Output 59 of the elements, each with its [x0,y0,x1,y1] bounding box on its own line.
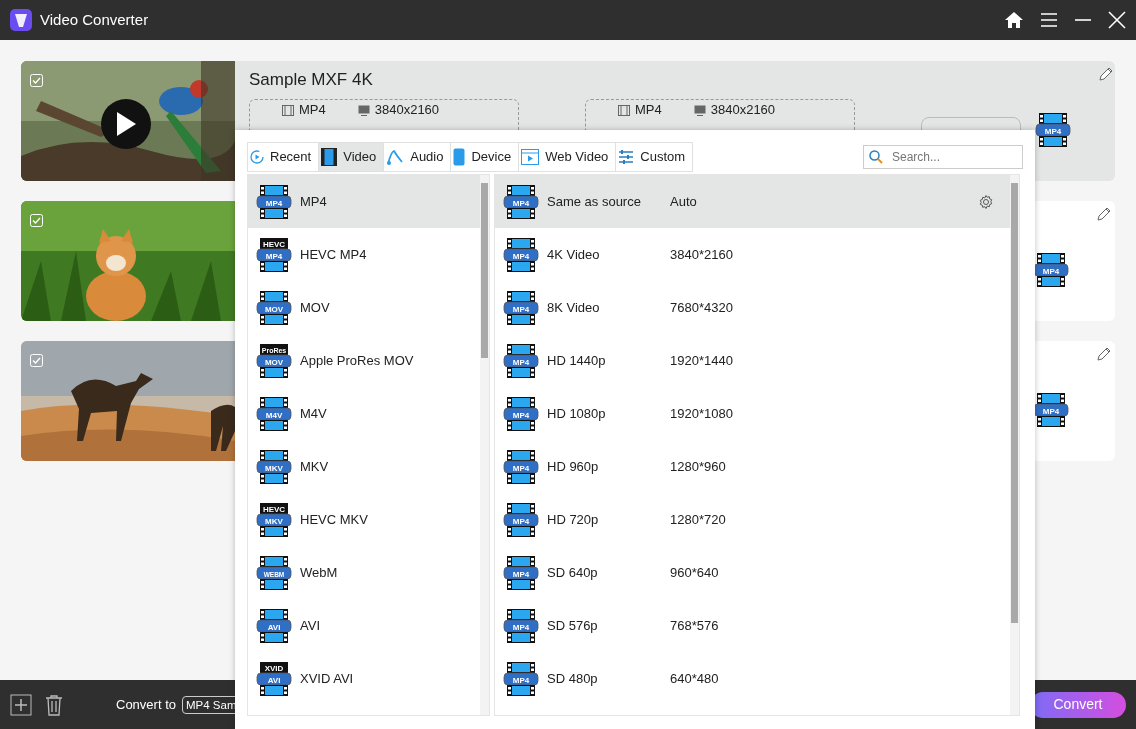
format-item[interactable]: MKV MKV [248,440,480,493]
minimize-icon [1074,19,1092,21]
sliders-icon [618,150,635,164]
format-tab[interactable]: Audio [383,142,451,172]
minimize-button[interactable] [1074,19,1092,21]
format-label: MP4 [635,102,662,117]
home-icon [1004,11,1024,29]
format-tab[interactable]: Video [318,142,384,172]
convert-to-label: Convert to [116,695,176,714]
film-icon [282,104,294,116]
preset-item[interactable]: MP4 HD 1440p 1920*1440 [495,334,1010,387]
music-note-icon [386,148,405,166]
preset-item[interactable]: MP4 Same as source Auto [495,175,1010,228]
resolution-label: 3840x2160 [374,102,440,117]
scrollbar[interactable] [1010,175,1019,715]
preset-item[interactable]: MP4 4K Video 3840*2160 [495,228,1010,281]
preset-item[interactable]: MP4 8K Video 7680*4320 [495,281,1010,334]
format-label: MP4 [299,102,326,117]
add-button[interactable] [10,693,32,716]
app-logo-icon [10,9,32,31]
format-tab[interactable]: Recent [247,142,319,172]
trash-icon [44,693,64,716]
format-item[interactable]: MP4 MP4 [248,175,480,228]
screen-icon [693,104,706,116]
plus-icon [10,693,32,716]
format-item[interactable]: AVI AVI [248,599,480,652]
preset-item[interactable]: MP4 HD 1080p 1920*1080 [495,387,1010,440]
preset-item[interactable]: MP4 HD 720p 1280*720 [495,493,1010,546]
preset-item[interactable]: MP4 SD 640p 960*640 [495,546,1010,599]
format-item[interactable]: MOV MOV [248,281,480,334]
format-item[interactable]: HEVC MP4 HEVC MP4 [248,228,480,281]
format-item[interactable]: M4V M4V [248,387,480,440]
screen-icon [357,104,370,116]
film-icon [321,148,338,166]
resolution-label: 3840x2160 [710,102,776,117]
scrollbar[interactable] [480,175,489,715]
file-title: Sample MXF 4K [249,71,373,89]
close-icon [1108,11,1126,29]
menu-icon [1040,12,1058,28]
preset-item[interactable]: MP4 SD 480p 640*480 [495,652,1010,705]
home-button[interactable] [1004,11,1024,29]
format-tab[interactable]: Custom [615,142,694,172]
close-button[interactable] [1108,11,1126,29]
format-item[interactable]: HEVC MKV HEVC MKV [248,493,480,546]
play-icon [115,111,137,137]
phone-icon [453,148,466,166]
settings-icon[interactable] [978,193,994,210]
preset-item[interactable]: MP4 HD 960p 1280*960 [495,440,1010,493]
menu-button[interactable] [1040,12,1058,28]
recent-icon [250,150,264,164]
preset-item[interactable]: MP4 SD 576p 768*576 [495,599,1010,652]
delete-button[interactable] [44,693,64,716]
format-item[interactable]: XVID AVI XVID AVI [248,652,480,705]
search-field[interactable]: Search... [863,145,1023,169]
film-icon [618,104,630,116]
browser-play-icon [521,149,540,165]
window-title: Video Converter [40,9,149,30]
format-tab[interactable]: Web Video [518,142,616,172]
format-tab[interactable]: Device [450,142,519,172]
